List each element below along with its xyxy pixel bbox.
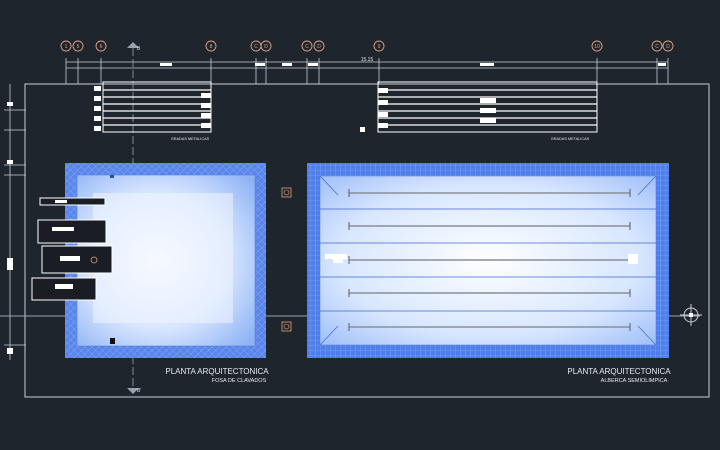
left-stair-label: GRADAS METALICAS	[171, 137, 210, 141]
grid-axis-markers: 1 5 6 8 C D C D 9 10 C D	[60, 40, 674, 52]
grid-axis-label: 5	[77, 44, 80, 50]
overall-dimension: 15.15	[361, 57, 374, 63]
left-dimension-line	[4, 84, 26, 360]
right-plan-title: PLANTA ARQUITECTONICA	[567, 367, 671, 376]
left-plan-title: PLANTA ARQUITECTONICA	[165, 367, 269, 376]
grid-axis-label: D	[317, 44, 321, 50]
right-stair-label: GRADAS METALICAS	[551, 137, 590, 141]
right-stair	[360, 81, 598, 133]
grid-axis-label: C	[254, 44, 258, 50]
level-marker-icon	[680, 304, 702, 326]
left-stair	[94, 81, 212, 133]
grid-axis-label: D	[264, 44, 268, 50]
grid-axis-label: 8	[210, 44, 213, 50]
semi-olympic-pool	[307, 163, 669, 358]
grid-axis-label: 6	[100, 44, 103, 50]
grid-axis-label: 9	[378, 44, 381, 50]
left-plan-subtitle: FOSA DE CLAVADOS	[212, 378, 267, 384]
grid-axis-label: 1	[65, 44, 68, 50]
plan-canvas: 15.15 1 5 6 8 C D C D 9 10 C D B B' GRAD…	[0, 40, 710, 398]
grid-axis-label: C	[655, 44, 659, 50]
section-mark-bottom: B'	[137, 388, 141, 394]
grid-axis-label: C	[305, 44, 309, 50]
grid-axis-label: D	[666, 44, 670, 50]
grid-axis-label: 10	[594, 44, 600, 50]
right-plan-subtitle: ALBERCA SEMIOLIMPICA	[601, 378, 668, 384]
section-mark-top: B	[137, 46, 141, 52]
pool-markers	[281, 187, 292, 332]
cad-drawing: 15.15 1 5 6 8 C D C D 9 10 C D B B' GRAD…	[0, 0, 720, 450]
